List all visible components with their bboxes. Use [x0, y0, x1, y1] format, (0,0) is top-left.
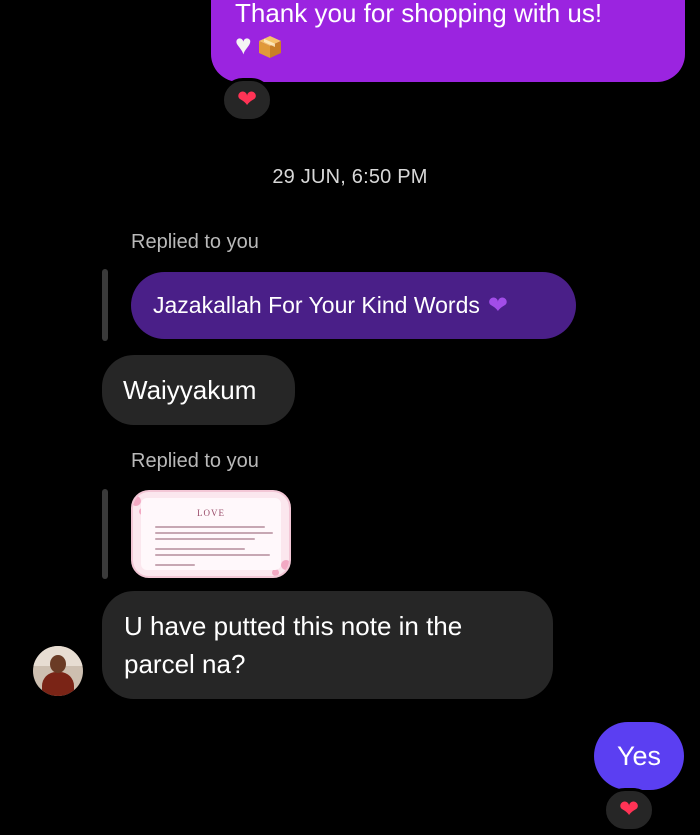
- flower-decoration: [133, 496, 141, 506]
- note-text-line: [155, 532, 273, 534]
- replied-to-label: Replied to you: [131, 450, 259, 472]
- quoted-image-thumbnail[interactable]: LOVE: [131, 490, 291, 578]
- outgoing-message-bubble[interactable]: Yes: [594, 722, 684, 790]
- outgoing-message-text: Thank you for shopping with us!: [235, 0, 603, 28]
- note-text-line: [155, 526, 265, 528]
- incoming-message-text: U have putted this note in the parcel na…: [124, 611, 463, 679]
- flower-decoration: [281, 560, 289, 570]
- note-text-line: [155, 564, 195, 566]
- purple-heart-icon: ❤: [487, 292, 508, 319]
- avatar-figure-head: [50, 655, 66, 673]
- message-reaction[interactable]: ❤: [603, 788, 655, 832]
- note-text-line: [155, 554, 270, 556]
- note-text-line: [155, 538, 255, 540]
- outgoing-message-bubble[interactable]: Thank you for shopping with us! ♥: [211, 0, 685, 82]
- outgoing-message-text: Yes: [616, 740, 662, 771]
- quoted-message-text: Jazakallah For Your Kind Words: [153, 292, 480, 318]
- note-paper: LOVE: [141, 498, 281, 570]
- incoming-message-bubble[interactable]: Waiyyakum: [102, 355, 295, 425]
- quoted-message-bubble[interactable]: Jazakallah For Your Kind Words ❤: [131, 272, 576, 339]
- white-heart-icon: ♥: [235, 29, 252, 60]
- flower-decoration: [272, 569, 279, 576]
- red-heart-icon: ❤: [618, 796, 640, 823]
- incoming-message-bubble[interactable]: U have putted this note in the parcel na…: [102, 591, 553, 699]
- red-heart-icon: ❤: [236, 86, 258, 113]
- note-title: LOVE: [197, 508, 225, 518]
- reply-indicator-bar: [102, 269, 108, 341]
- note-text-line: [155, 548, 245, 550]
- incoming-message-text: Waiyyakum: [123, 374, 257, 405]
- message-reaction[interactable]: ❤: [221, 78, 273, 122]
- package-box-icon: [256, 33, 284, 58]
- avatar[interactable]: [33, 646, 83, 696]
- replied-to-label: Replied to you: [131, 231, 259, 253]
- conversation-timestamp: 29 JUN, 6:50 PM: [272, 166, 428, 188]
- outgoing-message-emojis: ♥: [235, 30, 665, 60]
- avatar-figure-body: [42, 672, 74, 696]
- reply-indicator-bar: [102, 489, 108, 579]
